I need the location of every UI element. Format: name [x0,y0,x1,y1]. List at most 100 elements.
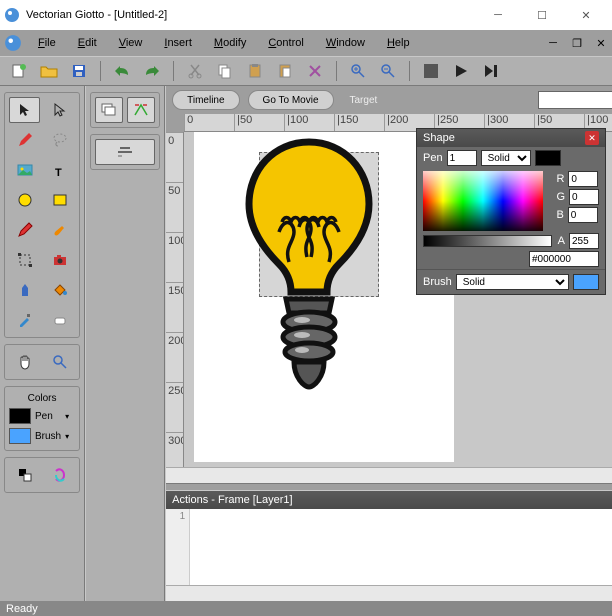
brush-tool[interactable] [44,217,75,243]
color-spectrum[interactable] [423,171,543,231]
mdi-restore-button[interactable]: ❐ [568,34,586,52]
image-tool[interactable] [9,157,40,183]
pen-swatch[interactable] [9,408,31,424]
pencil-tool[interactable] [9,127,40,153]
hex-input[interactable] [529,251,599,267]
titlebar: Vectorian Giotto - [Untitled-2] ─ ☐ ✕ [0,0,612,30]
menu-modify[interactable]: Modify [204,33,256,53]
pen-tool[interactable] [9,217,40,243]
pen-width-input[interactable] [447,150,477,166]
chevron-down-icon[interactable]: ▾ [65,432,75,441]
colors-header: Colors [9,391,75,406]
timeline-tab[interactable]: Timeline [172,90,239,110]
g-input[interactable] [569,189,599,205]
ink-tool[interactable] [9,277,40,303]
b-input[interactable] [568,207,598,223]
menu-insert[interactable]: Insert [154,33,202,53]
menu-file[interactable]: File [28,33,66,53]
option-align-button[interactable] [95,139,155,165]
pen-label: Pen [423,152,443,164]
paste-special-button[interactable] [272,59,298,83]
statusbar: Ready [0,601,612,616]
brush-style-select[interactable]: Solid [456,274,569,290]
bulb-shape[interactable] [234,137,384,417]
options-column [86,86,164,601]
delete-button[interactable] [302,59,328,83]
default-colors-button[interactable] [44,462,75,488]
main-toolbar [0,56,612,86]
transform-tool[interactable] [9,247,40,273]
ruler-vertical: 050100150200250300 [166,132,184,467]
redo-button[interactable] [139,59,165,83]
play-button[interactable] [448,59,474,83]
actions-scroll-h[interactable] [166,585,612,601]
pen-style-select[interactable]: Solid [481,150,531,166]
app-menu-icon [4,34,22,52]
svg-text:T: T [55,167,62,178]
swap-colors-button[interactable] [9,462,40,488]
canvas-scroll-h[interactable] [166,467,612,483]
paste-button[interactable] [242,59,268,83]
colors-panel: Colors Pen ▾ Brush ▾ [4,386,80,451]
stop-button[interactable] [418,59,444,83]
status-text: Ready [6,603,38,615]
menu-help[interactable]: Help [377,33,420,53]
rect-tool[interactable] [44,187,75,213]
brush-label: Brush [423,276,452,288]
save-button[interactable] [66,59,92,83]
oval-tool[interactable] [9,187,40,213]
timeline-tabbar: Timeline Go To Movie Target [166,86,612,114]
close-button[interactable]: ✕ [564,0,608,30]
maximize-button[interactable]: ☐ [520,0,564,30]
subselect-tool[interactable] [44,97,75,123]
undo-button[interactable] [109,59,135,83]
mdi-minimize-button[interactable]: ─ [544,34,562,52]
zoom-tool[interactable] [44,349,75,375]
menu-control[interactable]: Control [258,33,313,53]
brush-color-swatch[interactable] [573,274,599,290]
window-title: Vectorian Giotto - [Untitled-2] [26,9,476,21]
zoom-out-button[interactable] [375,59,401,83]
eyedropper-tool[interactable] [9,307,40,333]
bucket-tool[interactable] [44,277,75,303]
alpha-gradient[interactable] [423,235,552,247]
camera-tool[interactable] [44,247,75,273]
shape-panel[interactable]: Shape ✕ Pen Solid R G B A Brush Solid [416,128,606,295]
cut-button[interactable] [182,59,208,83]
option-layers-button[interactable] [95,97,123,123]
lasso-tool[interactable] [44,127,75,153]
skip-button[interactable] [478,59,504,83]
app-logo-icon [4,7,20,23]
pen-color-row[interactable]: Pen ▾ [9,406,75,426]
hand-tool[interactable] [9,349,40,375]
brush-swatch[interactable] [9,428,31,444]
actions-editor[interactable] [190,509,612,585]
mdi-close-button[interactable]: ✕ [592,34,610,52]
eraser-tool[interactable] [44,307,75,333]
toolbox: T Colors Pen ▾ Brush [0,86,84,601]
open-button[interactable] [36,59,62,83]
splitter-h[interactable] [166,483,612,491]
actions-gutter: 1 [166,509,190,585]
brush-color-row[interactable]: Brush ▾ [9,426,75,446]
target-select[interactable] [538,91,612,109]
shape-close-button[interactable]: ✕ [585,131,599,145]
menu-view[interactable]: View [109,33,153,53]
menu-edit[interactable]: Edit [68,33,107,53]
menu-window[interactable]: Window [316,33,375,53]
text-tool[interactable]: T [44,157,75,183]
actions-title: Actions - Frame [Layer1] [172,494,292,506]
shape-title: Shape [423,132,455,144]
pen-color-swatch[interactable] [535,150,561,166]
r-input[interactable] [568,171,598,187]
menubar: File Edit View Insert Modify Control Win… [0,30,612,56]
copy-button[interactable] [212,59,238,83]
gotomovie-tab[interactable]: Go To Movie [248,90,334,110]
chevron-down-icon[interactable]: ▾ [65,412,75,421]
new-button[interactable] [6,59,32,83]
option-snap-button[interactable] [127,97,155,123]
minimize-button[interactable]: ─ [476,0,520,30]
select-tool[interactable] [9,97,40,123]
zoom-in-button[interactable] [345,59,371,83]
a-input[interactable] [569,233,599,249]
